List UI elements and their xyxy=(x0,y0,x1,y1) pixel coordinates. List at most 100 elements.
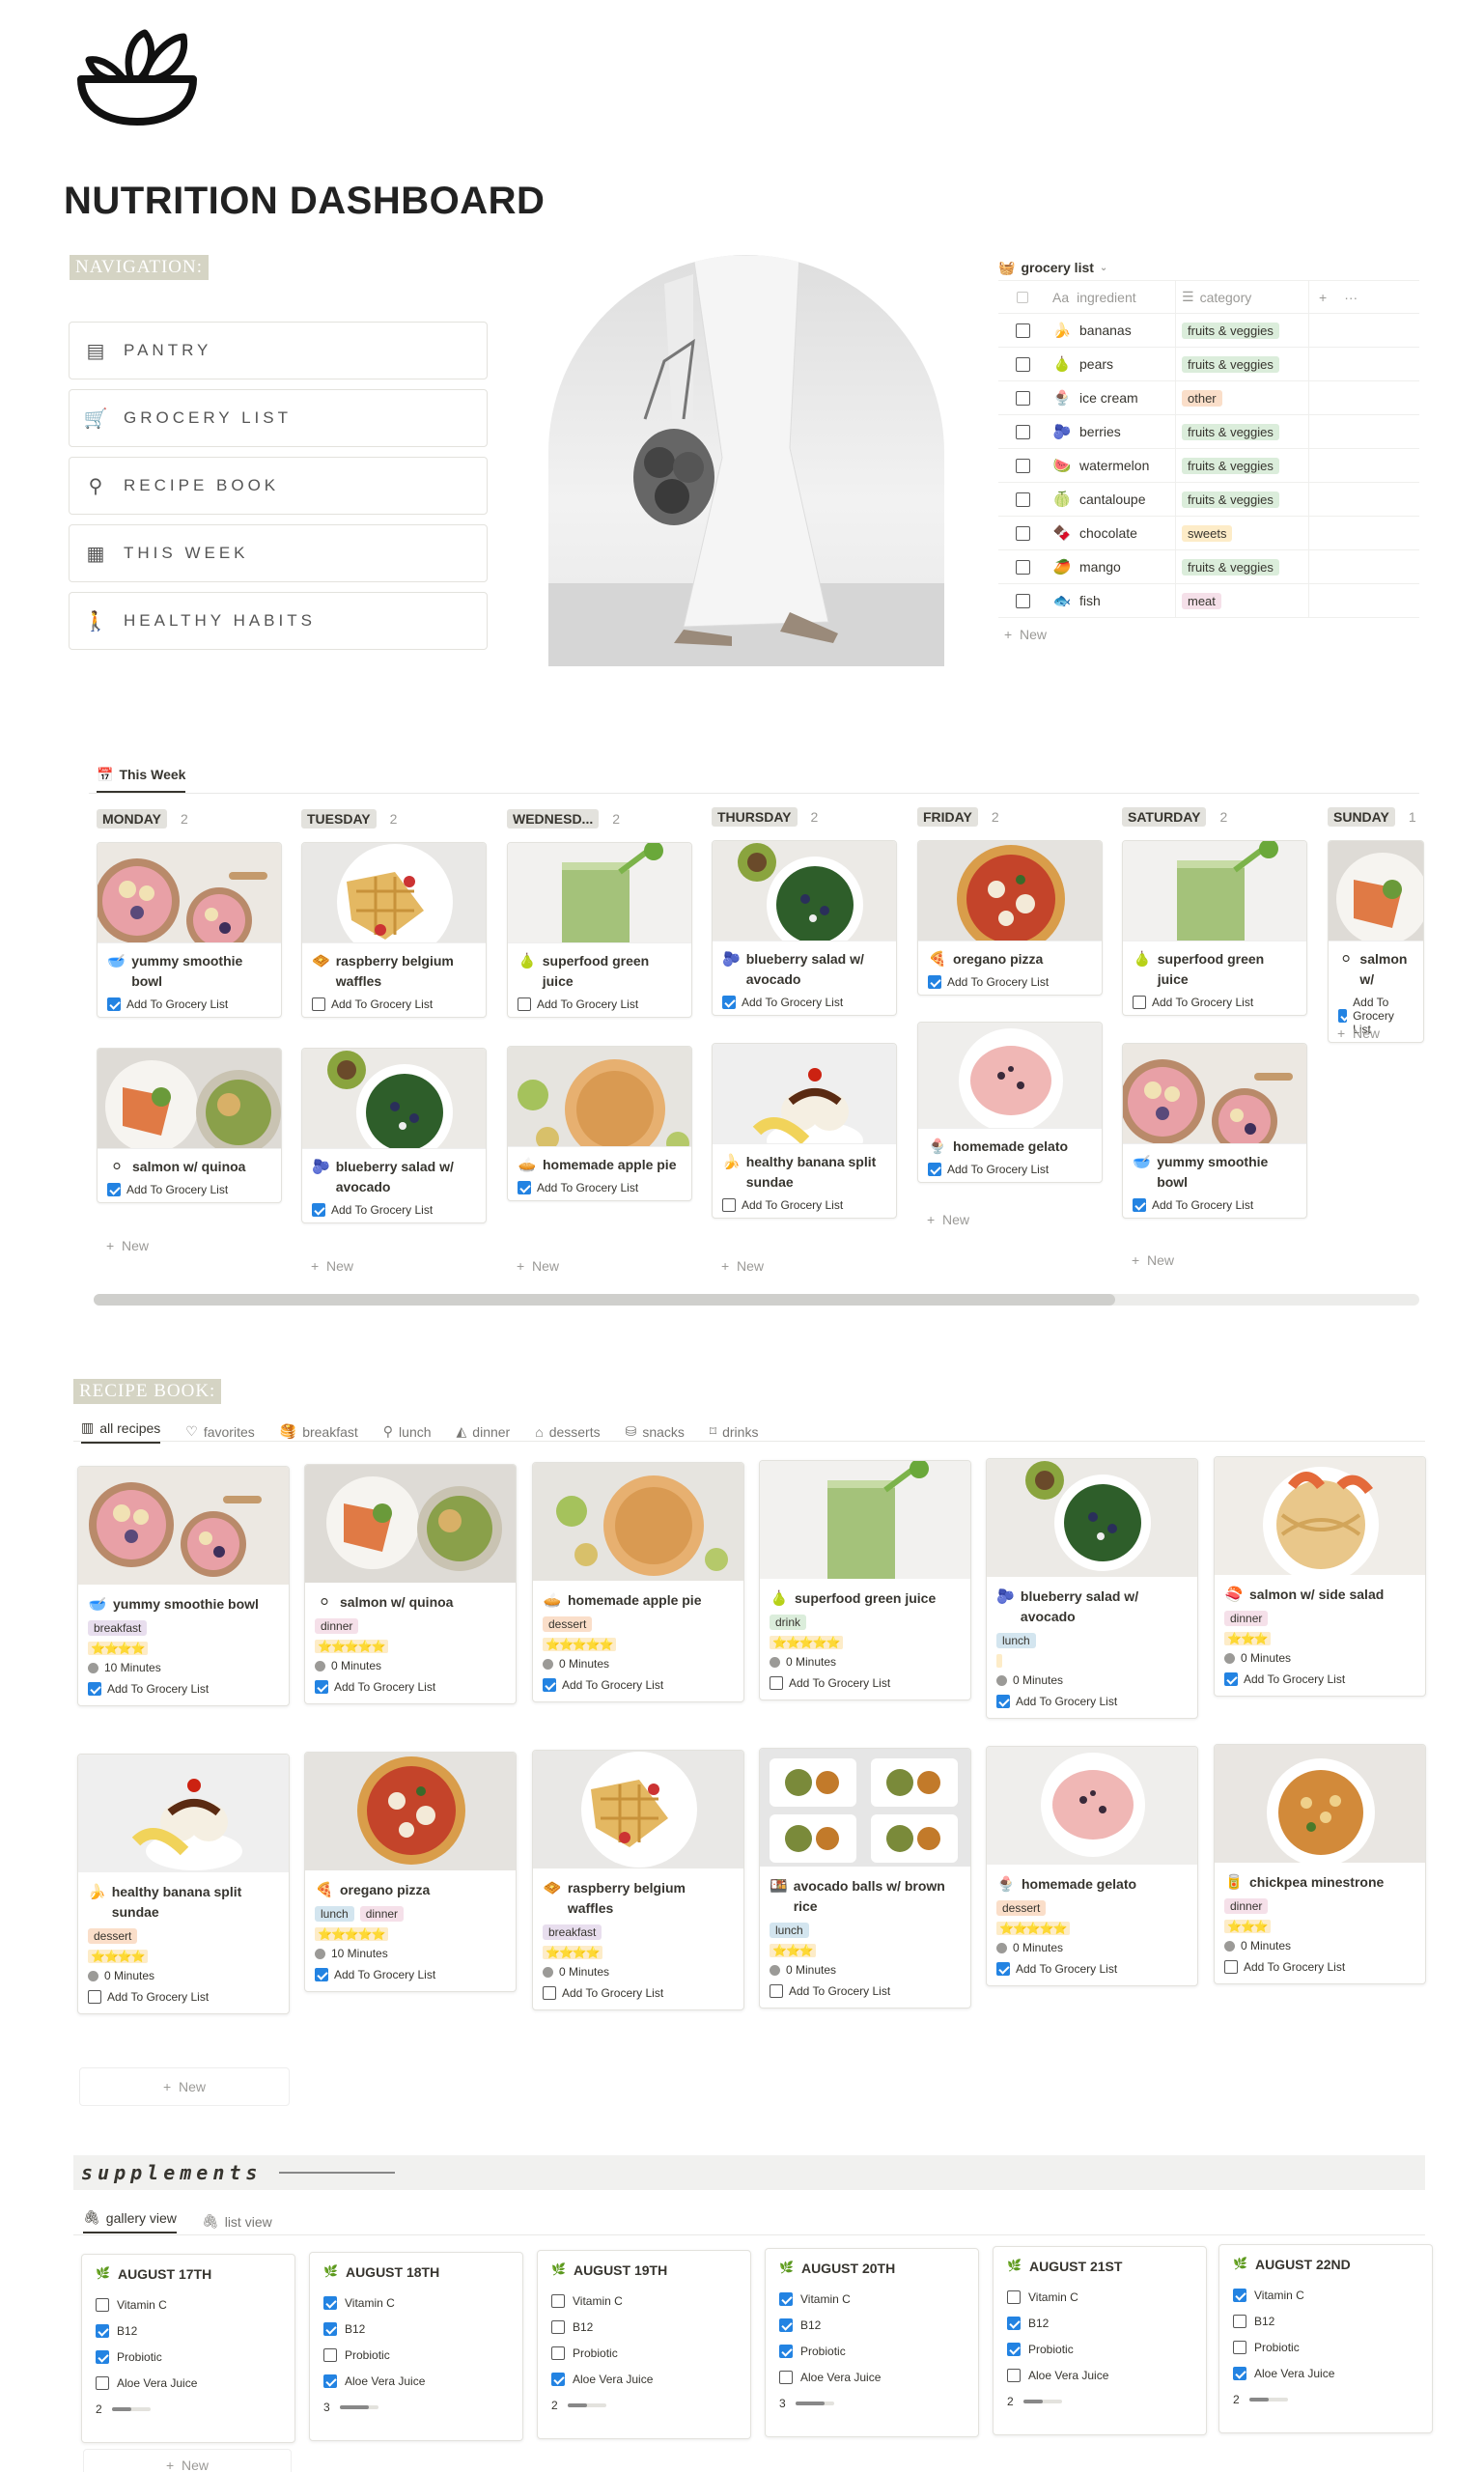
week-recipe-card[interactable]: 🍐 superfood green juice Add To Grocery Lis… xyxy=(507,842,692,1018)
row-checkbox[interactable] xyxy=(1015,458,1030,473)
add-to-grocery-checkbox[interactable] xyxy=(928,1163,941,1176)
row-checkbox[interactable] xyxy=(1015,424,1030,439)
week-recipe-card[interactable]: 🥧 homemade apple pie Add To Grocery List xyxy=(507,1046,692,1201)
add-to-grocery-checkbox[interactable] xyxy=(1224,1960,1238,1974)
nav-recipe-book-button[interactable]: ⚲ RECIPE BOOK xyxy=(69,457,488,515)
day-column-header[interactable]: WEDNESD... 2 xyxy=(507,809,620,829)
supplement-item[interactable]: Probiotic xyxy=(96,2344,281,2370)
day-new-card-button[interactable]: + New xyxy=(1337,1025,1380,1041)
add-to-grocery-toggle[interactable]: Add To Grocery List xyxy=(713,1193,896,1218)
week-recipe-card[interactable]: 🥣 yummy smoothie bowl Add To Grocery List xyxy=(1122,1043,1307,1219)
supplement-item[interactable]: Aloe Vera Juice xyxy=(1233,2360,1418,2386)
add-to-grocery-checkbox[interactable] xyxy=(928,975,941,989)
supplement-day-card[interactable]: 🌿 AUGUST 21ST Vitamin C B12 Probiotic Aloe Ve… xyxy=(993,2246,1207,2435)
ingredient-name[interactable]: fish xyxy=(1079,593,1101,608)
add-to-grocery-checkbox[interactable] xyxy=(315,1968,328,1981)
ingredient-name[interactable]: pears xyxy=(1079,356,1113,372)
supplement-checkbox[interactable] xyxy=(551,2319,565,2334)
this-week-view-tab[interactable]: 📅 This Week xyxy=(97,767,186,793)
week-recipe-card[interactable]: 🧇 raspberry belgium waffles Add To Grocery… xyxy=(301,842,487,1018)
add-to-grocery-checkbox[interactable] xyxy=(543,1986,556,2000)
supplement-item[interactable]: Aloe Vera Juice xyxy=(96,2370,281,2396)
recipe-card[interactable]: 🥣 yummy smoothie bowl breakfast ⭐⭐⭐⭐ 10 Minu… xyxy=(77,1466,290,1706)
ingredient-name[interactable]: ice cream xyxy=(1079,390,1138,406)
supplement-checkbox[interactable] xyxy=(96,2349,109,2364)
add-to-grocery-checkbox[interactable] xyxy=(722,996,736,1009)
add-to-grocery-checkbox[interactable] xyxy=(1133,996,1146,1009)
supplement-day-card[interactable]: 🌿 AUGUST 20TH Vitamin C B12 Probiotic Aloe Ve… xyxy=(765,2248,979,2437)
supplement-item[interactable]: Vitamin C xyxy=(323,2289,509,2316)
add-to-grocery-toggle[interactable]: Add To Grocery List xyxy=(78,1678,289,1705)
grocery-list-title[interactable]: grocery list xyxy=(1021,260,1093,275)
ingredient-name[interactable]: chocolate xyxy=(1079,525,1137,541)
chevron-down-icon[interactable]: ⌄ xyxy=(1100,263,1107,273)
week-recipe-card[interactable]: 🍕 oregano pizza Add To Grocery List xyxy=(917,840,1103,996)
nav-pantry-button[interactable]: ▤ PANTRY xyxy=(69,322,488,379)
nav-this-week-button[interactable]: ▦ THIS WEEK xyxy=(69,524,488,582)
add-to-grocery-toggle[interactable]: Add To Grocery List xyxy=(98,1177,281,1202)
add-to-grocery-toggle[interactable]: Add To Grocery List xyxy=(533,1674,743,1701)
add-to-grocery-toggle[interactable]: Add To Grocery List xyxy=(302,1197,486,1222)
supplement-item[interactable]: Probiotic xyxy=(1233,2334,1418,2360)
recipe-card[interactable]: 🍐 superfood green juice drink ⭐⭐⭐⭐⭐ 0 Minute… xyxy=(759,1460,971,1700)
recipe-card[interactable]: 🍣 salmon w/ side salad dinner ⭐⭐⭐ 0 Minutes A… xyxy=(1214,1456,1426,1697)
add-to-grocery-checkbox[interactable] xyxy=(88,1990,101,2004)
nav-grocery-list-button[interactable]: 🛒 GROCERY LIST xyxy=(69,389,488,447)
supplement-checkbox[interactable] xyxy=(96,2297,109,2312)
recipe-card[interactable]: 🧇 raspberry belgium waffles breakfast ⭐⭐⭐⭐ 0… xyxy=(532,1750,744,2010)
add-to-grocery-checkbox[interactable] xyxy=(770,1984,783,1998)
ingredient-name[interactable]: cantaloupe xyxy=(1079,492,1146,507)
tab-dinner[interactable]: ◭ dinner xyxy=(457,1423,511,1440)
grocery-row[interactable]: 🫐 berries fruits & veggies xyxy=(998,415,1419,449)
ingredient-name[interactable]: watermelon xyxy=(1079,458,1149,473)
add-to-grocery-toggle[interactable]: Add To Grocery List xyxy=(508,1175,691,1200)
day-column-header[interactable]: SUNDAY 1 xyxy=(1328,807,1416,827)
day-column-header[interactable]: THURSDAY 2 xyxy=(712,807,818,827)
supplement-new-button[interactable]: + New xyxy=(83,2449,292,2472)
add-to-grocery-toggle[interactable]: Add To Grocery List xyxy=(1123,990,1306,1015)
add-to-grocery-checkbox[interactable] xyxy=(1338,1009,1348,1023)
add-to-grocery-toggle[interactable]: Add To Grocery List xyxy=(78,1986,289,2013)
supplement-checkbox[interactable] xyxy=(323,2295,337,2310)
supplement-checkbox[interactable] xyxy=(551,2346,565,2360)
grocery-row[interactable]: 🐟 fish meat xyxy=(998,584,1419,618)
recipe-card[interactable]: 🍨 homemade gelato dessert ⭐⭐⭐⭐⭐ 0 Minutes Add… xyxy=(986,1746,1198,1986)
add-to-grocery-toggle[interactable]: Add To Grocery List xyxy=(508,992,691,1017)
nav-healthy-habits-button[interactable]: 🚶 HEALTHY HABITS xyxy=(69,592,488,650)
supplement-checkbox[interactable] xyxy=(96,2323,109,2338)
recipe-card[interactable]: ⚪ salmon w/ quinoa dinner ⭐⭐⭐⭐⭐ 0 Minutes Add… xyxy=(304,1464,517,1704)
add-to-grocery-toggle[interactable]: Add To Grocery List xyxy=(305,1676,516,1703)
add-to-grocery-checkbox[interactable] xyxy=(107,1183,121,1196)
add-to-grocery-checkbox[interactable] xyxy=(312,997,325,1011)
add-to-grocery-toggle[interactable]: Add To Grocery List xyxy=(918,969,1102,995)
add-to-grocery-toggle[interactable]: Add To Grocery List xyxy=(533,1982,743,2009)
supplement-day-card[interactable]: 🌿 AUGUST 18TH Vitamin C B12 Probiotic Aloe Ve… xyxy=(309,2252,523,2441)
day-column-header[interactable]: MONDAY 2 xyxy=(97,809,188,829)
week-recipe-card[interactable]: 🫐 blueberry salad w/ avocado Add To Grocer… xyxy=(712,840,897,1016)
add-to-grocery-checkbox[interactable] xyxy=(315,1680,328,1694)
supplement-checkbox[interactable] xyxy=(323,2374,337,2388)
recipe-new-button[interactable]: + New xyxy=(79,2067,290,2106)
supplement-checkbox[interactable] xyxy=(96,2375,109,2390)
day-new-card-button[interactable]: + New xyxy=(927,1212,969,1227)
day-new-card-button[interactable]: + New xyxy=(517,1258,559,1274)
supplement-checkbox[interactable] xyxy=(1007,2289,1021,2304)
supplement-checkbox[interactable] xyxy=(323,2321,337,2336)
add-to-grocery-toggle[interactable]: Add To Grocery List xyxy=(1215,1669,1425,1696)
supplement-item[interactable]: Probiotic xyxy=(551,2340,737,2366)
category-column-header[interactable]: category xyxy=(1200,290,1252,305)
supplement-item[interactable]: Probiotic xyxy=(1007,2336,1192,2362)
grocery-row[interactable]: 🍈 cantaloupe fruits & veggies xyxy=(998,483,1419,517)
week-recipe-card[interactable]: 🫐 blueberry salad w/ avocado Add To Grocer… xyxy=(301,1048,487,1223)
supplement-checkbox[interactable] xyxy=(323,2347,337,2362)
ingredient-name[interactable]: mango xyxy=(1079,559,1121,575)
supplement-checkbox[interactable] xyxy=(1007,2316,1021,2330)
day-new-card-button[interactable]: + New xyxy=(1132,1252,1174,1268)
row-checkbox[interactable] xyxy=(1015,559,1030,575)
ingredient-column-header[interactable]: ingredient xyxy=(1077,290,1136,305)
ingredient-name[interactable]: berries xyxy=(1079,424,1121,439)
add-to-grocery-toggle[interactable]: Add To Grocery List xyxy=(1215,1956,1425,1983)
supplement-item[interactable]: Aloe Vera Juice xyxy=(779,2364,965,2390)
supplement-item[interactable]: Vitamin C xyxy=(779,2286,965,2312)
grocery-row[interactable]: 🍉 watermelon fruits & veggies xyxy=(998,449,1419,483)
